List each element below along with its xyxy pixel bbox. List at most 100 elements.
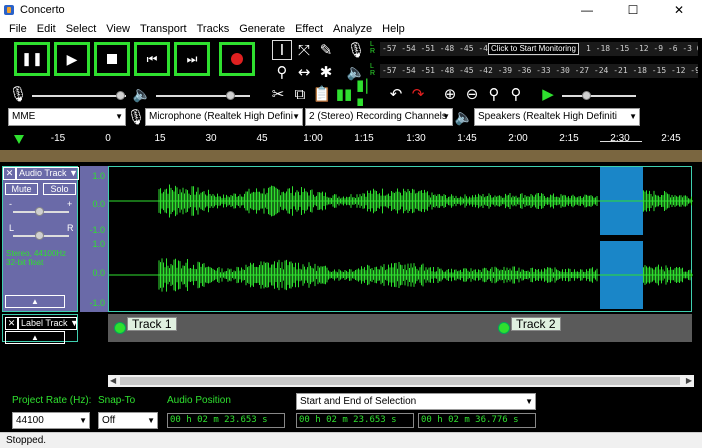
undo-icon: ↶ bbox=[389, 85, 403, 103]
track-area: ✕ Audio Track ▼ Mute Solo - + L R Stereo… bbox=[0, 162, 702, 387]
fit-selection-button[interactable]: ⚲ bbox=[484, 84, 504, 104]
audio-track-control-panel[interactable]: ✕ Audio Track ▼ Mute Solo - + L R Stereo… bbox=[2, 166, 79, 312]
scroll-right-icon[interactable]: ▶ bbox=[686, 375, 692, 387]
scrub-bar[interactable] bbox=[0, 150, 702, 162]
envelope-tool[interactable]: ⤧ bbox=[294, 40, 314, 60]
menu-edit[interactable]: Edit bbox=[32, 23, 61, 35]
playback-volume-slider[interactable] bbox=[156, 95, 250, 97]
silence-button[interactable]: ▮|▮ bbox=[356, 76, 376, 112]
gain-knob[interactable] bbox=[35, 207, 44, 216]
record-meter-button[interactable]: 🎙 bbox=[346, 40, 366, 60]
menu-select[interactable]: Select bbox=[61, 23, 102, 35]
paste-button[interactable]: 📋 bbox=[312, 84, 332, 104]
recording-volume-icon: 🎙 bbox=[8, 84, 28, 104]
playback-meter[interactable]: -57 -54 -51 -48 -45 -42 -39 -36 -33 -30 … bbox=[380, 64, 698, 78]
chevron-down-icon: ▼ bbox=[292, 112, 300, 121]
fit-project-button[interactable]: ⚲ bbox=[506, 84, 526, 104]
mute-button[interactable]: Mute bbox=[5, 183, 38, 195]
label-track-view[interactable] bbox=[108, 314, 692, 342]
time-shift-tool[interactable]: ↔ bbox=[294, 62, 314, 82]
collapse-label-track-button[interactable]: ▲ bbox=[5, 331, 65, 344]
stop-button[interactable] bbox=[94, 42, 130, 76]
menu-analyze[interactable]: Analyze bbox=[328, 23, 377, 35]
menu-transport[interactable]: Transport bbox=[135, 23, 192, 35]
close-track-button[interactable]: ✕ bbox=[3, 167, 16, 180]
selection-end-field[interactable]: 00 h 02 m 36.776 s bbox=[418, 413, 536, 428]
menu-generate[interactable]: Generate bbox=[234, 23, 290, 35]
play-speed-slider[interactable] bbox=[562, 95, 636, 97]
start-monitoring-hint[interactable]: Click to Start Monitoring bbox=[488, 43, 579, 55]
pause-button[interactable]: ❚❚ bbox=[14, 42, 50, 76]
playback-volume-knob[interactable] bbox=[226, 91, 235, 100]
skip-to-start-button[interactable]: ⏮ bbox=[134, 42, 170, 76]
timeline-ruler[interactable]: -15 0 15 30 45 1:00 1:15 1:30 1:45 2:00 2:15 2:30 2:… bbox=[0, 128, 702, 150]
meter-lr-label-2: LR bbox=[370, 63, 376, 77]
recording-volume-knob[interactable] bbox=[116, 91, 125, 100]
undo-button[interactable]: ↶ bbox=[386, 84, 406, 104]
pan-knob[interactable] bbox=[35, 231, 44, 240]
zoom-out-button[interactable]: ⊖ bbox=[462, 84, 482, 104]
menu-view[interactable]: View bbox=[101, 23, 135, 35]
waveform-view[interactable] bbox=[108, 166, 693, 312]
record-meter-scale: -57 -54 -51 -48 -45 -42 - bbox=[382, 44, 503, 53]
scroll-left-icon[interactable]: ◀ bbox=[110, 375, 116, 387]
audio-host-select[interactable]: MME ▼ bbox=[8, 108, 126, 126]
record-button[interactable] bbox=[219, 42, 255, 76]
ruler-tick-label: 0 bbox=[105, 133, 111, 144]
trim-icon: ▮▮ bbox=[335, 85, 353, 103]
menu-file[interactable]: File bbox=[4, 23, 32, 35]
label-track-1[interactable]: Track 1 bbox=[127, 317, 177, 331]
label-track-name-menu[interactable]: Label Track ▼ bbox=[18, 317, 77, 330]
label-track-control-panel[interactable]: ✕ Label Track ▼ ▲ bbox=[2, 314, 78, 344]
draw-tool[interactable]: ✎ bbox=[316, 40, 336, 60]
chevron-down-icon: ▼ bbox=[525, 397, 533, 406]
project-rate-select[interactable]: 44100 ▼ bbox=[12, 412, 90, 429]
selection-start-field[interactable]: 00 h 02 m 23.653 s bbox=[296, 413, 414, 428]
minimize-button[interactable]: — bbox=[564, 0, 610, 20]
snap-to-select[interactable]: Off ▼ bbox=[98, 412, 158, 429]
ruler-tick-label: 1:30 bbox=[406, 133, 426, 144]
redo-button[interactable]: ↷ bbox=[408, 84, 428, 104]
magnifier-icon: ⚲ bbox=[276, 63, 288, 81]
zoom-tool[interactable]: ⚲ bbox=[272, 62, 292, 82]
label-marker-2[interactable] bbox=[498, 322, 510, 334]
playhead-icon[interactable] bbox=[14, 135, 24, 144]
channels-value: 2 (Stereo) Recording Channels bbox=[309, 111, 447, 122]
microphone-icon: 🎙 bbox=[8, 85, 28, 103]
copy-button[interactable]: ⧉ bbox=[290, 84, 310, 104]
label-marker-1[interactable] bbox=[114, 322, 126, 334]
zoom-in-button[interactable]: ⊕ bbox=[440, 84, 460, 104]
audio-position-label: Audio Position bbox=[167, 395, 231, 406]
close-icon: ✕ bbox=[5, 168, 14, 178]
menu-tracks[interactable]: Tracks bbox=[192, 23, 235, 35]
collapse-track-button[interactable]: ▲ bbox=[5, 295, 65, 308]
trim-button[interactable]: ▮▮ bbox=[334, 84, 354, 104]
close-icon: ✕ bbox=[7, 318, 16, 328]
multi-tool[interactable]: ✱ bbox=[316, 62, 336, 82]
speaker-icon: 🔈 bbox=[132, 85, 152, 103]
cut-button[interactable]: ✂ bbox=[268, 84, 288, 104]
play-speed-knob[interactable] bbox=[582, 91, 591, 100]
recording-volume-slider[interactable] bbox=[32, 95, 126, 97]
menu-effect[interactable]: Effect bbox=[290, 23, 328, 35]
maximize-button[interactable]: ☐ bbox=[610, 0, 656, 20]
skip-to-end-button[interactable]: ⏭ bbox=[174, 42, 210, 76]
label-track-2[interactable]: Track 2 bbox=[511, 317, 561, 331]
chevron-up-icon: ▲ bbox=[31, 333, 39, 342]
play-button[interactable]: ▶ bbox=[54, 42, 90, 76]
close-label-track-button[interactable]: ✕ bbox=[5, 317, 18, 330]
playback-device-select[interactable]: Speakers (Realtek High Definiti ▼ bbox=[474, 108, 640, 126]
solo-button[interactable]: Solo bbox=[43, 183, 76, 195]
play-at-speed-button[interactable]: ▶ bbox=[538, 84, 558, 104]
scrollbar-thumb[interactable] bbox=[120, 377, 680, 385]
track-name-menu[interactable]: Audio Track ▼ bbox=[16, 167, 79, 180]
horizontal-scrollbar[interactable]: ◀ ▶ bbox=[108, 375, 694, 387]
selection-mode-select[interactable]: Start and End of Selection ▼ bbox=[296, 393, 536, 410]
recording-device-select[interactable]: Microphone (Realtek High Defini ▼ bbox=[145, 108, 303, 126]
menu-help[interactable]: Help bbox=[377, 23, 410, 35]
close-button[interactable]: ✕ bbox=[656, 0, 702, 20]
audio-position-field[interactable]: 00 h 02 m 23.653 s bbox=[167, 413, 285, 428]
zoom-in-icon: ⊕ bbox=[443, 85, 457, 103]
channels-select[interactable]: 2 (Stereo) Recording Channels ▼ bbox=[305, 108, 453, 126]
selection-tool[interactable]: I bbox=[272, 40, 292, 60]
